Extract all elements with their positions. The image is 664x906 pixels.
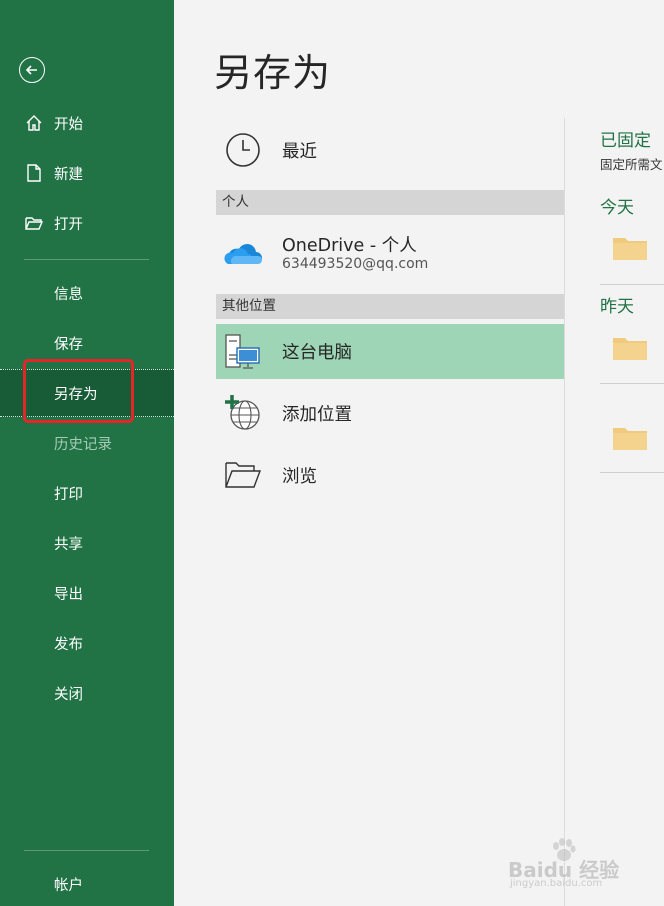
location-recent[interactable]: 最近 <box>216 128 564 172</box>
sidebar-item-label: 关闭 <box>54 686 83 703</box>
sidebar-item-label: 新建 <box>54 166 83 183</box>
backstage-sidebar: 开始 新建 打开 信息 保存 另存为 历史记录 打印 共享 导出 发布 关闭 帐… <box>0 0 174 906</box>
home-icon <box>24 113 44 133</box>
sidebar-item-print[interactable]: 打印 <box>0 473 174 513</box>
location-browse[interactable]: 浏览 <box>216 452 564 498</box>
onedrive-name: OneDrive - 个人 <box>282 236 417 256</box>
sidebar-item-label: 打开 <box>54 216 83 233</box>
pinned-subtext: 固定所需文 <box>600 157 663 172</box>
location-add-place[interactable]: 添加位置 <box>216 389 564 437</box>
sidebar-item-label: 打印 <box>54 486 83 503</box>
sidebar-item-label: 帐户 <box>54 877 83 894</box>
watermark-sub: jingyan.baidu.com <box>510 878 603 889</box>
page-title: 另存为 <box>214 51 332 95</box>
sidebar-item-new[interactable]: 新建 <box>0 153 174 193</box>
clock-icon <box>225 132 261 172</box>
sidebar-item-home[interactable]: 开始 <box>0 103 174 143</box>
sidebar-item-label: 导出 <box>54 586 83 603</box>
baidu-watermark: Baidu 经验 jingyan.baidu.com <box>508 838 648 894</box>
panel-divider <box>564 118 565 906</box>
sidebar-item-share[interactable]: 共享 <box>0 523 174 563</box>
location-label: 这台电脑 <box>282 343 352 363</box>
folder-icon[interactable] <box>613 334 647 360</box>
folder-divider <box>600 284 664 285</box>
sidebar-item-label: 保存 <box>54 336 83 353</box>
folder-icon[interactable] <box>613 424 647 450</box>
sidebar-divider <box>24 850 149 851</box>
location-onedrive[interactable]: OneDrive - 个人 634493520@qq.com <box>216 226 564 278</box>
location-this-pc[interactable]: 这台电脑 <box>216 324 564 379</box>
sidebar-item-label: 历史记录 <box>54 436 112 453</box>
sidebar-item-info[interactable]: 信息 <box>0 273 174 313</box>
folder-divider <box>600 383 664 384</box>
location-label: 最近 <box>282 141 317 162</box>
today-heading: 今天 <box>600 198 634 218</box>
sidebar-item-open[interactable]: 打开 <box>0 203 174 243</box>
sidebar-item-label: 发布 <box>54 636 83 653</box>
new-file-icon <box>24 163 44 183</box>
back-arrow-icon[interactable] <box>19 57 45 83</box>
onedrive-cloud-icon <box>224 238 262 270</box>
annotation-highlight-box <box>23 359 134 423</box>
sidebar-item-save[interactable]: 保存 <box>0 323 174 363</box>
location-label: 浏览 <box>282 466 317 487</box>
sidebar-item-label: 共享 <box>54 536 83 553</box>
folder-divider <box>600 472 664 473</box>
section-header-other-locations: 其他位置 <box>216 294 564 319</box>
yesterday-heading: 昨天 <box>600 297 634 317</box>
section-header-personal: 个人 <box>216 190 564 215</box>
sidebar-item-history[interactable]: 历史记录 <box>0 423 174 463</box>
sidebar-item-label: 信息 <box>54 286 83 303</box>
open-folder-icon <box>24 213 44 233</box>
browse-folder-icon <box>224 459 262 495</box>
onedrive-email: 634493520@qq.com <box>282 256 429 272</box>
add-place-globe-icon <box>224 393 262 435</box>
sidebar-item-publish[interactable]: 发布 <box>0 623 174 663</box>
sidebar-item-account[interactable]: 帐户 <box>0 864 174 904</box>
computer-icon <box>224 333 262 375</box>
location-label: 添加位置 <box>282 404 352 425</box>
sidebar-divider <box>24 259 149 260</box>
sidebar-item-export[interactable]: 导出 <box>0 573 174 613</box>
sidebar-item-close[interactable]: 关闭 <box>0 673 174 713</box>
folder-icon[interactable] <box>613 234 647 260</box>
pinned-heading: 已固定 <box>600 131 651 151</box>
sidebar-item-label: 开始 <box>54 116 83 133</box>
